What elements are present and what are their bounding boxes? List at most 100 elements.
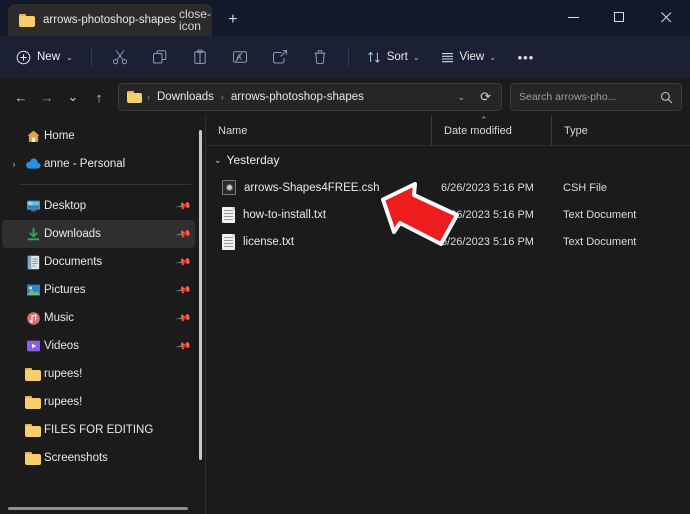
folder-icon (22, 452, 44, 465)
plus-circle-icon (16, 50, 31, 65)
svg-text:A: A (236, 53, 242, 62)
search-input[interactable] (519, 91, 654, 103)
table-row[interactable]: arrows-Shapes4FREE.csh 6/26/2023 5:16 PM… (206, 174, 690, 201)
sidebar-vertical-scrollbar[interactable] (199, 130, 202, 460)
rename-icon: A (232, 49, 248, 65)
folder-icon (22, 368, 44, 381)
sidebar-horizontal-scrollbar[interactable] (8, 507, 188, 510)
file-type: CSH File (551, 182, 690, 194)
sidebar-item-home[interactable]: Home (2, 122, 195, 150)
trash-icon (312, 49, 328, 65)
sort-indicator-icon: ⌃ (480, 115, 488, 126)
column-header-label: Type (564, 125, 588, 137)
breadcrumb-item-downloads[interactable]: Downloads (155, 91, 216, 103)
toolbar-divider-2 (348, 48, 349, 66)
file-date: 6/26/2023 5:16 PM (431, 182, 551, 194)
search-box[interactable] (510, 83, 682, 111)
pin-icon[interactable]: 📌 (175, 310, 192, 326)
toolbar-divider (91, 48, 92, 66)
navigation-pane: Home › anne - Personal (0, 116, 206, 514)
refresh-icon[interactable]: ⟳ (474, 89, 497, 105)
sort-button-label: Sort (387, 51, 408, 63)
file-type: Text Document (551, 236, 690, 248)
share-icon (272, 49, 288, 65)
column-header-label: Name (218, 125, 247, 137)
view-button-label: View (460, 51, 485, 63)
paste-button[interactable] (181, 43, 219, 71)
rename-button[interactable]: A (221, 43, 259, 71)
sidebar-item-label: FILES FOR EDITING (44, 424, 153, 436)
pin-icon[interactable]: 📌 (175, 282, 192, 298)
breadcrumb-item-current[interactable]: arrows-photoshop-shapes (229, 91, 366, 103)
more-options-button[interactable]: ••• (507, 43, 545, 71)
sidebar-item-desktop[interactable]: Desktop 📌 (2, 192, 195, 220)
sidebar-item-label: Desktop (44, 200, 86, 212)
sidebar-item-files-for-editing[interactable]: FILES FOR EDITING (2, 416, 195, 444)
forward-button[interactable]: → (34, 84, 60, 110)
column-header-type[interactable]: Type (551, 116, 690, 146)
sort-button[interactable]: Sort ⌄ (358, 43, 429, 71)
desktop-icon (22, 199, 44, 213)
table-row[interactable]: how-to-install.txt 6/26/2023 5:16 PM Tex… (206, 201, 690, 228)
copy-button[interactable] (141, 43, 179, 71)
column-header-name[interactable]: Name (206, 116, 431, 146)
cut-button[interactable] (101, 43, 139, 71)
tab-title: arrows-photoshop-shapes (43, 14, 176, 26)
file-name-cell: license.txt (206, 234, 431, 250)
file-name: arrows-Shapes4FREE.csh (244, 182, 380, 194)
share-button[interactable] (261, 43, 299, 71)
sidebar-item-downloads[interactable]: Downloads 📌 (2, 220, 195, 248)
back-button[interactable]: ← (8, 84, 34, 110)
home-icon (22, 129, 44, 144)
column-header-date-modified[interactable]: ⌃ Date modified (431, 116, 551, 146)
search-icon (660, 91, 673, 104)
sidebar-item-videos[interactable]: Videos 📌 (2, 332, 195, 360)
group-header-yesterday[interactable]: ⌄ Yesterday (206, 146, 690, 174)
documents-icon (22, 255, 44, 270)
sidebar-item-label: Home (44, 130, 75, 142)
pin-icon[interactable]: 📌 (175, 226, 192, 242)
sidebar-item-documents[interactable]: Documents 📌 (2, 248, 195, 276)
pin-icon[interactable]: 📌 (175, 338, 192, 354)
sidebar-item-pictures[interactable]: Pictures 📌 (2, 276, 195, 304)
browser-tab[interactable]: arrows-photoshop-shapes close-icon (8, 4, 212, 36)
view-button[interactable]: View ⌄ (431, 43, 505, 71)
sidebar-item-label: Downloads (44, 228, 101, 240)
chevron-down-icon[interactable]: ⌄ (214, 155, 222, 166)
folder-icon (19, 14, 35, 27)
paste-icon (192, 49, 208, 65)
sidebar-item-label: Pictures (44, 284, 86, 296)
table-row[interactable]: license.txt 6/26/2023 5:16 PM Text Docum… (206, 228, 690, 255)
delete-button[interactable] (301, 43, 339, 71)
chevron-down-icon: ⌄ (489, 53, 496, 62)
folder-icon (127, 91, 142, 103)
close-icon[interactable]: close-icon (184, 9, 206, 31)
sidebar-item-rupees-1[interactable]: rupees! (2, 360, 195, 388)
column-header-label: Date modified (444, 125, 512, 137)
new-tab-button[interactable]: + (218, 5, 248, 35)
sidebar-item-label: Videos (44, 340, 79, 352)
sidebar-item-label: rupees! (44, 368, 82, 380)
sort-arrows-icon (367, 50, 382, 65)
file-name: how-to-install.txt (243, 209, 326, 221)
maximize-button[interactable] (596, 0, 642, 34)
sidebar-item-rupees-2[interactable]: rupees! (2, 388, 195, 416)
pin-icon[interactable]: 📌 (175, 198, 192, 214)
chevron-down-icon[interactable]: ⌄ (452, 92, 472, 103)
up-button[interactable]: ↑ (86, 84, 112, 110)
pin-icon[interactable]: 📌 (175, 254, 192, 270)
recent-locations-button[interactable]: ⌄ (60, 84, 86, 110)
sidebar-divider (20, 184, 191, 185)
title-bar: arrows-photoshop-shapes close-icon + (0, 0, 690, 36)
sidebar-item-screenshots[interactable]: Screenshots (2, 444, 195, 472)
explorer-body: Home › anne - Personal (0, 116, 690, 514)
sidebar-item-onedrive[interactable]: › anne - Personal (2, 150, 195, 178)
sidebar-item-label: Documents (44, 256, 102, 268)
minimize-button[interactable] (550, 0, 596, 34)
breadcrumb[interactable]: › Downloads › arrows-photoshop-shapes ⌄ … (118, 83, 502, 111)
expander-chevron-right-icon[interactable]: › (6, 159, 22, 169)
close-window-button[interactable] (642, 0, 690, 34)
new-button[interactable]: New ⌄ (10, 43, 82, 71)
file-explorer-window: arrows-photoshop-shapes close-icon + New (0, 0, 690, 514)
sidebar-item-music[interactable]: Music 📌 (2, 304, 195, 332)
